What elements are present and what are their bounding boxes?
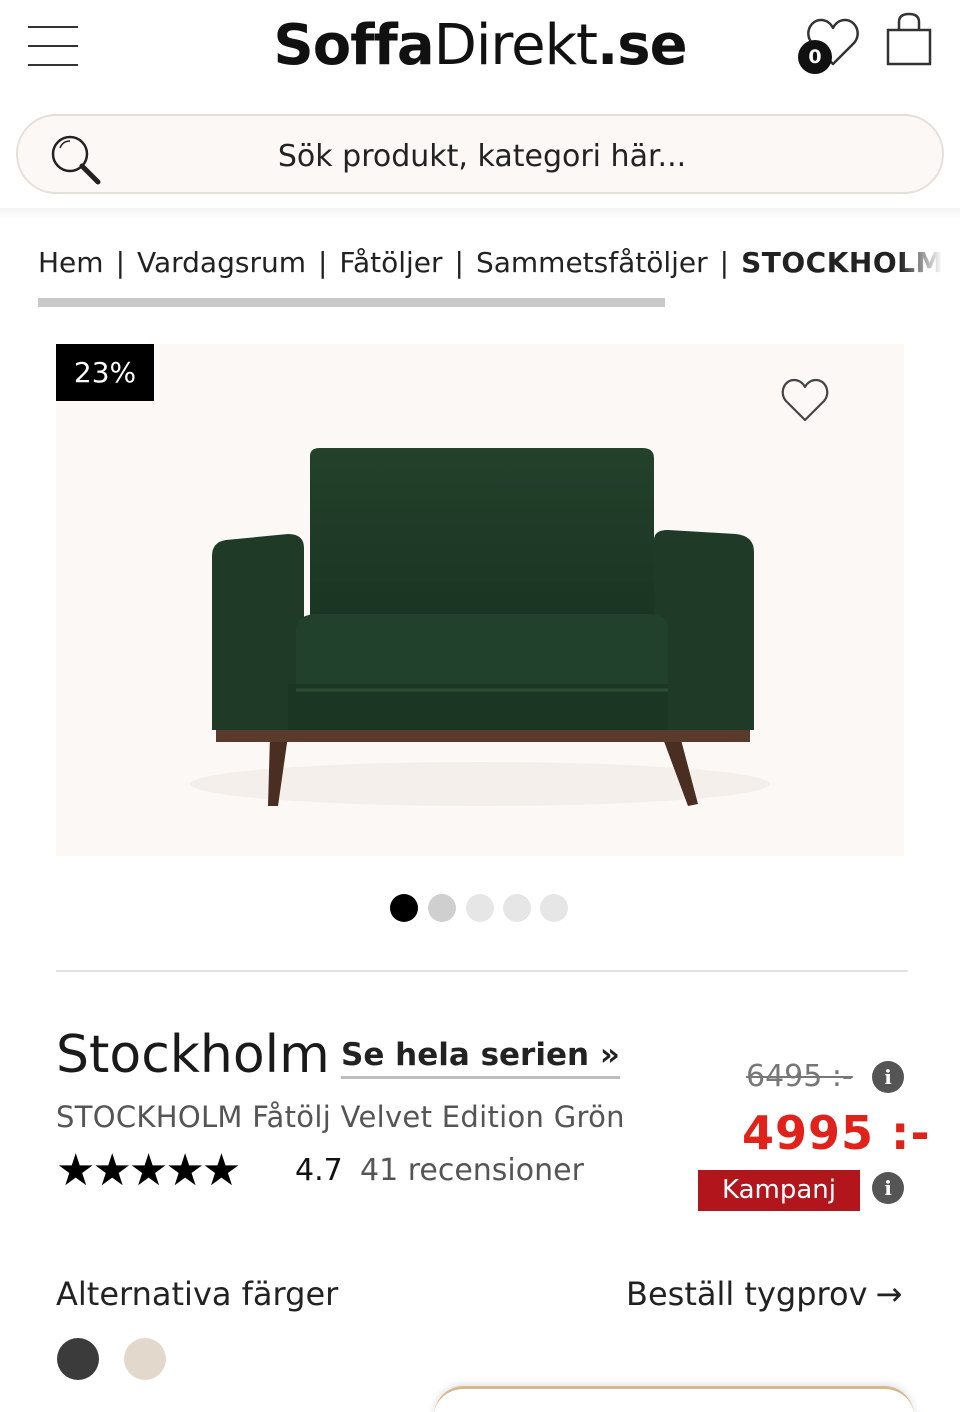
discount-badge: 23%: [56, 344, 154, 401]
campaign-info-icon[interactable]: i: [872, 1172, 904, 1204]
reviews-link[interactable]: 41 recensioner: [360, 1152, 584, 1190]
campaign-badge: Kampanj: [698, 1170, 860, 1211]
breadcrumb-item-vardagsrum[interactable]: Vardagsrum: [137, 246, 306, 279]
rating-stars: ★★★★★: [56, 1145, 241, 1196]
armchair-image: [190, 448, 770, 806]
arrow-right-icon: →: [875, 1275, 903, 1313]
breadcrumb-item-hem[interactable]: Hem: [38, 246, 104, 279]
gallery-dot-1[interactable]: [390, 894, 418, 922]
color-swatch-dark[interactable]: [57, 1338, 99, 1380]
breadcrumb-scrollbar[interactable]: [38, 298, 665, 307]
color-swatch-beige[interactable]: [124, 1338, 166, 1380]
see-series-link[interactable]: Se hela serien »: [341, 1036, 620, 1079]
shopping-bag-icon: [886, 12, 932, 66]
product-subtitle: STOCKHOLM Fåtölj Velvet Edition Grön: [56, 1100, 625, 1134]
cart-button[interactable]: [884, 12, 934, 68]
wishlist-count-badge: 0: [798, 40, 832, 74]
price-info-icon[interactable]: i: [872, 1061, 904, 1093]
old-price: 6495 :-: [746, 1059, 853, 1094]
order-fabric-sample-link[interactable]: Beställ tygprov →: [626, 1274, 902, 1314]
product-name: Stockholm: [56, 1025, 330, 1085]
product-image[interactable]: [56, 344, 904, 856]
alternative-colors-title: Alternativa färger: [56, 1275, 339, 1313]
search-placeholder: Sök produkt, kategori här...: [277, 139, 687, 174]
section-divider: [56, 970, 908, 972]
breadcrumb: Hem | Vardagsrum | Fåtöljer | Sammetsfåtöljer |…: [38, 244, 960, 284]
gallery-dot-2[interactable]: [428, 894, 456, 922]
gallery-dot-4[interactable]: [503, 894, 531, 922]
site-header: SoffaDirekt.se 0 Sök produkt, kategori h…: [0, 0, 960, 215]
favorite-heart-icon[interactable]: [780, 376, 830, 424]
breadcrumb-item-fatoljer[interactable]: Fåtöljer: [339, 246, 442, 279]
wishlist-button[interactable]: 0: [798, 16, 864, 76]
bottom-sheet[interactable]: [434, 1386, 914, 1412]
header-divider: [0, 208, 960, 218]
gallery-pagination: [390, 894, 580, 922]
rating-value: 4.7: [295, 1153, 343, 1188]
current-price: 4995 :-: [742, 1106, 931, 1160]
breadcrumb-item-sammetsfatoljer[interactable]: Sammetsfåtöljer: [476, 246, 708, 279]
search-input[interactable]: Sök produkt, kategori här...: [16, 114, 944, 194]
gallery-dot-3[interactable]: [466, 894, 494, 922]
gallery-dot-5[interactable]: [540, 894, 568, 922]
